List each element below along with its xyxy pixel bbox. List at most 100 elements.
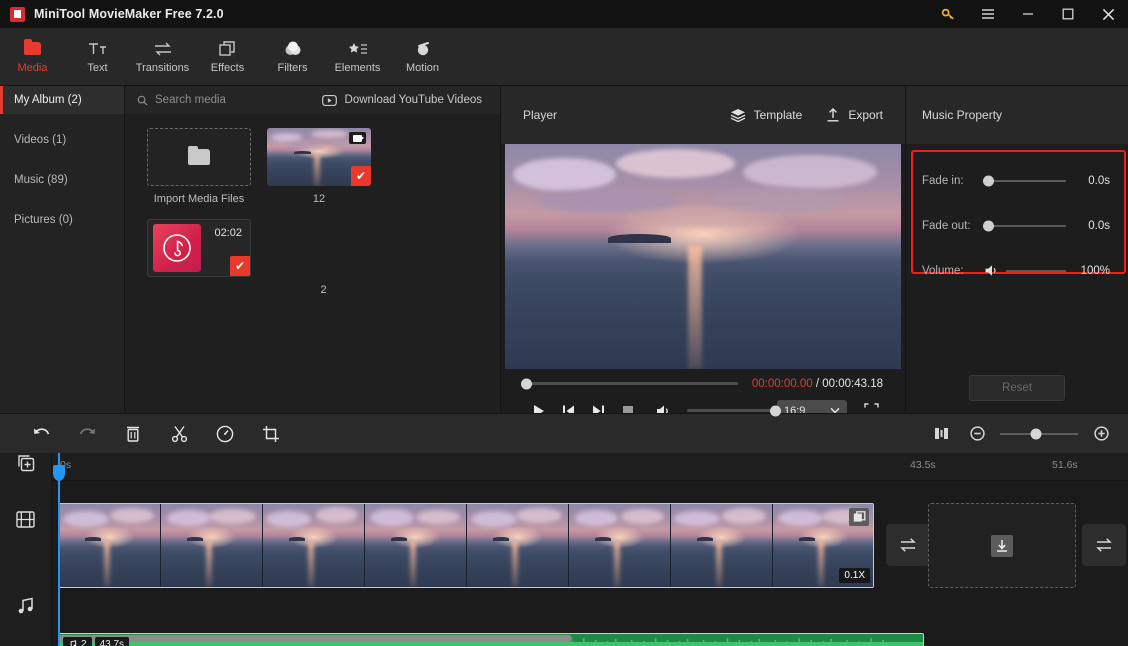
fade-in-slider[interactable] bbox=[983, 175, 1066, 186]
video-preview[interactable] bbox=[505, 144, 901, 369]
video-caption: 12 bbox=[312, 193, 326, 205]
download-youtube-label: Download YouTube Videos bbox=[344, 94, 482, 106]
import-media-cell[interactable]: Import Media Files bbox=[147, 128, 251, 205]
tab-motion[interactable]: Motion bbox=[390, 28, 455, 86]
media-grid: Import Media Files ✔ 12 02:02 ✔ 2 bbox=[125, 114, 500, 296]
search-placeholder: Search media bbox=[155, 94, 226, 106]
zoom-in-icon[interactable] bbox=[1088, 421, 1114, 447]
filters-icon bbox=[284, 40, 302, 58]
transitions-icon bbox=[153, 40, 173, 58]
tab-filters-label: Filters bbox=[277, 61, 308, 74]
reset-button[interactable]: Reset bbox=[969, 375, 1065, 401]
tab-filters[interactable]: Filters bbox=[260, 28, 325, 86]
template-button[interactable]: Template bbox=[730, 108, 803, 122]
redo-button[interactable] bbox=[64, 414, 110, 454]
import-media-dropzone[interactable] bbox=[147, 128, 251, 186]
timeline-horizontal-scrollbar[interactable] bbox=[58, 635, 572, 642]
media-toolbar: Search media Download YouTube Videos bbox=[125, 86, 500, 114]
timeline-ruler[interactable]: 0s 43.5s 51.6s bbox=[52, 453, 1128, 481]
menu-icon[interactable] bbox=[968, 0, 1008, 28]
tab-elements[interactable]: Elements bbox=[325, 28, 390, 86]
sidebar-item-label: Music (89) bbox=[14, 174, 68, 186]
seek-slider[interactable] bbox=[521, 378, 738, 389]
zoom-controls bbox=[928, 421, 1128, 447]
folder-icon bbox=[188, 146, 210, 165]
fade-out-label: Fade out: bbox=[922, 219, 971, 232]
crop-button[interactable] bbox=[248, 414, 294, 454]
fade-out-value: 0.0s bbox=[1088, 219, 1110, 232]
fade-out-slider[interactable] bbox=[983, 220, 1066, 231]
sea-sunset-image bbox=[505, 144, 901, 369]
audio-thumbnail[interactable]: 02:02 ✔ bbox=[147, 219, 251, 277]
library-sidebar: My Album (2) Videos (1) Music (89) Pictu… bbox=[0, 86, 125, 413]
split-button[interactable] bbox=[156, 414, 202, 454]
volume-value: 100% bbox=[1080, 264, 1110, 277]
video-thumbnail[interactable]: ✔ bbox=[267, 128, 371, 186]
sidebar-item-music[interactable]: Music (89) bbox=[0, 166, 124, 194]
window-controls bbox=[928, 0, 1128, 28]
time-display: 00:00:00.00 / 00:00:43.18 bbox=[752, 378, 883, 390]
media-folder-icon bbox=[24, 39, 41, 58]
current-time: 00:00:00.00 bbox=[751, 377, 813, 390]
transition-button-2[interactable] bbox=[1082, 524, 1126, 566]
video-track-icon bbox=[0, 473, 51, 567]
maximize-icon[interactable] bbox=[1048, 0, 1088, 28]
delete-button[interactable] bbox=[110, 414, 156, 454]
tab-text[interactable]: Text bbox=[65, 28, 130, 86]
add-track-icon[interactable] bbox=[0, 453, 51, 473]
close-icon[interactable] bbox=[1088, 0, 1128, 28]
minimize-icon[interactable] bbox=[1008, 0, 1048, 28]
add-media-icon bbox=[991, 534, 1013, 557]
volume-label: Volume: bbox=[922, 264, 964, 277]
media-item-video[interactable]: ✔ 12 bbox=[267, 128, 371, 205]
search-input[interactable]: Search media bbox=[125, 94, 226, 106]
timeline-canvas[interactable]: 0s 43.5s 51.6s 0.1X 2 43.7s bbox=[52, 453, 1128, 646]
total-time: 00:00:43.18 bbox=[822, 377, 883, 390]
speed-button[interactable] bbox=[202, 414, 248, 454]
playhead-handle[interactable] bbox=[53, 465, 65, 481]
player-title: Player bbox=[523, 108, 558, 122]
tab-effects[interactable]: Effects bbox=[195, 28, 260, 86]
selected-check-icon[interactable]: ✔ bbox=[230, 256, 250, 276]
tab-text-label: Text bbox=[87, 61, 108, 74]
selected-check-icon[interactable]: ✔ bbox=[351, 166, 371, 186]
player-panel: Player Template Export 00:00:00.00 / 00:… bbox=[500, 86, 906, 421]
add-media-slot[interactable] bbox=[928, 503, 1076, 588]
tab-motion-label: Motion bbox=[405, 61, 440, 74]
sidebar-item-pictures[interactable]: Pictures (0) bbox=[0, 206, 124, 234]
volume-row: Volume: 100% bbox=[906, 250, 1128, 291]
fade-in-row: Fade in: 0.0s bbox=[906, 160, 1128, 201]
tab-media[interactable]: Media bbox=[0, 28, 65, 86]
main-content-row: My Album (2) Videos (1) Music (89) Pictu… bbox=[0, 86, 1128, 421]
ruler-label-1: 43.5s bbox=[910, 459, 936, 471]
download-youtube-button[interactable]: Download YouTube Videos bbox=[321, 94, 482, 106]
zoom-out-icon[interactable] bbox=[964, 421, 990, 447]
tab-transitions-label: Transitions bbox=[135, 61, 190, 74]
transition-button-1[interactable] bbox=[886, 524, 930, 566]
audio-track-icon bbox=[0, 567, 51, 646]
export-button[interactable]: Export bbox=[826, 107, 883, 123]
pip-icon[interactable] bbox=[849, 508, 869, 526]
fit-timeline-icon[interactable] bbox=[928, 421, 954, 447]
player-header: Player Template Export bbox=[501, 86, 905, 144]
export-label: Export bbox=[848, 108, 883, 122]
template-label: Template bbox=[753, 108, 803, 122]
sidebar-item-videos[interactable]: Videos (1) bbox=[0, 126, 124, 154]
track-headers bbox=[0, 453, 52, 646]
media-item-audio[interactable]: 02:02 ✔ 2 bbox=[147, 219, 500, 296]
search-icon bbox=[137, 95, 148, 106]
zoom-slider[interactable] bbox=[1000, 428, 1078, 439]
video-clip[interactable]: 0.1X bbox=[58, 503, 874, 588]
playhead[interactable] bbox=[53, 453, 65, 646]
undo-button[interactable] bbox=[18, 414, 64, 454]
sidebar-item-my-album[interactable]: My Album (2) bbox=[0, 86, 124, 114]
volume-property-slider[interactable] bbox=[1006, 269, 1066, 272]
tab-media-label: Media bbox=[17, 61, 48, 74]
key-icon[interactable] bbox=[928, 0, 968, 28]
effects-icon bbox=[218, 40, 237, 58]
tab-transitions[interactable]: Transitions bbox=[130, 28, 195, 86]
fade-in-label: Fade in: bbox=[922, 174, 964, 187]
volume-slider[interactable] bbox=[687, 405, 781, 416]
speaker-icon[interactable] bbox=[984, 264, 1002, 277]
import-media-label: Import Media Files bbox=[153, 193, 245, 205]
